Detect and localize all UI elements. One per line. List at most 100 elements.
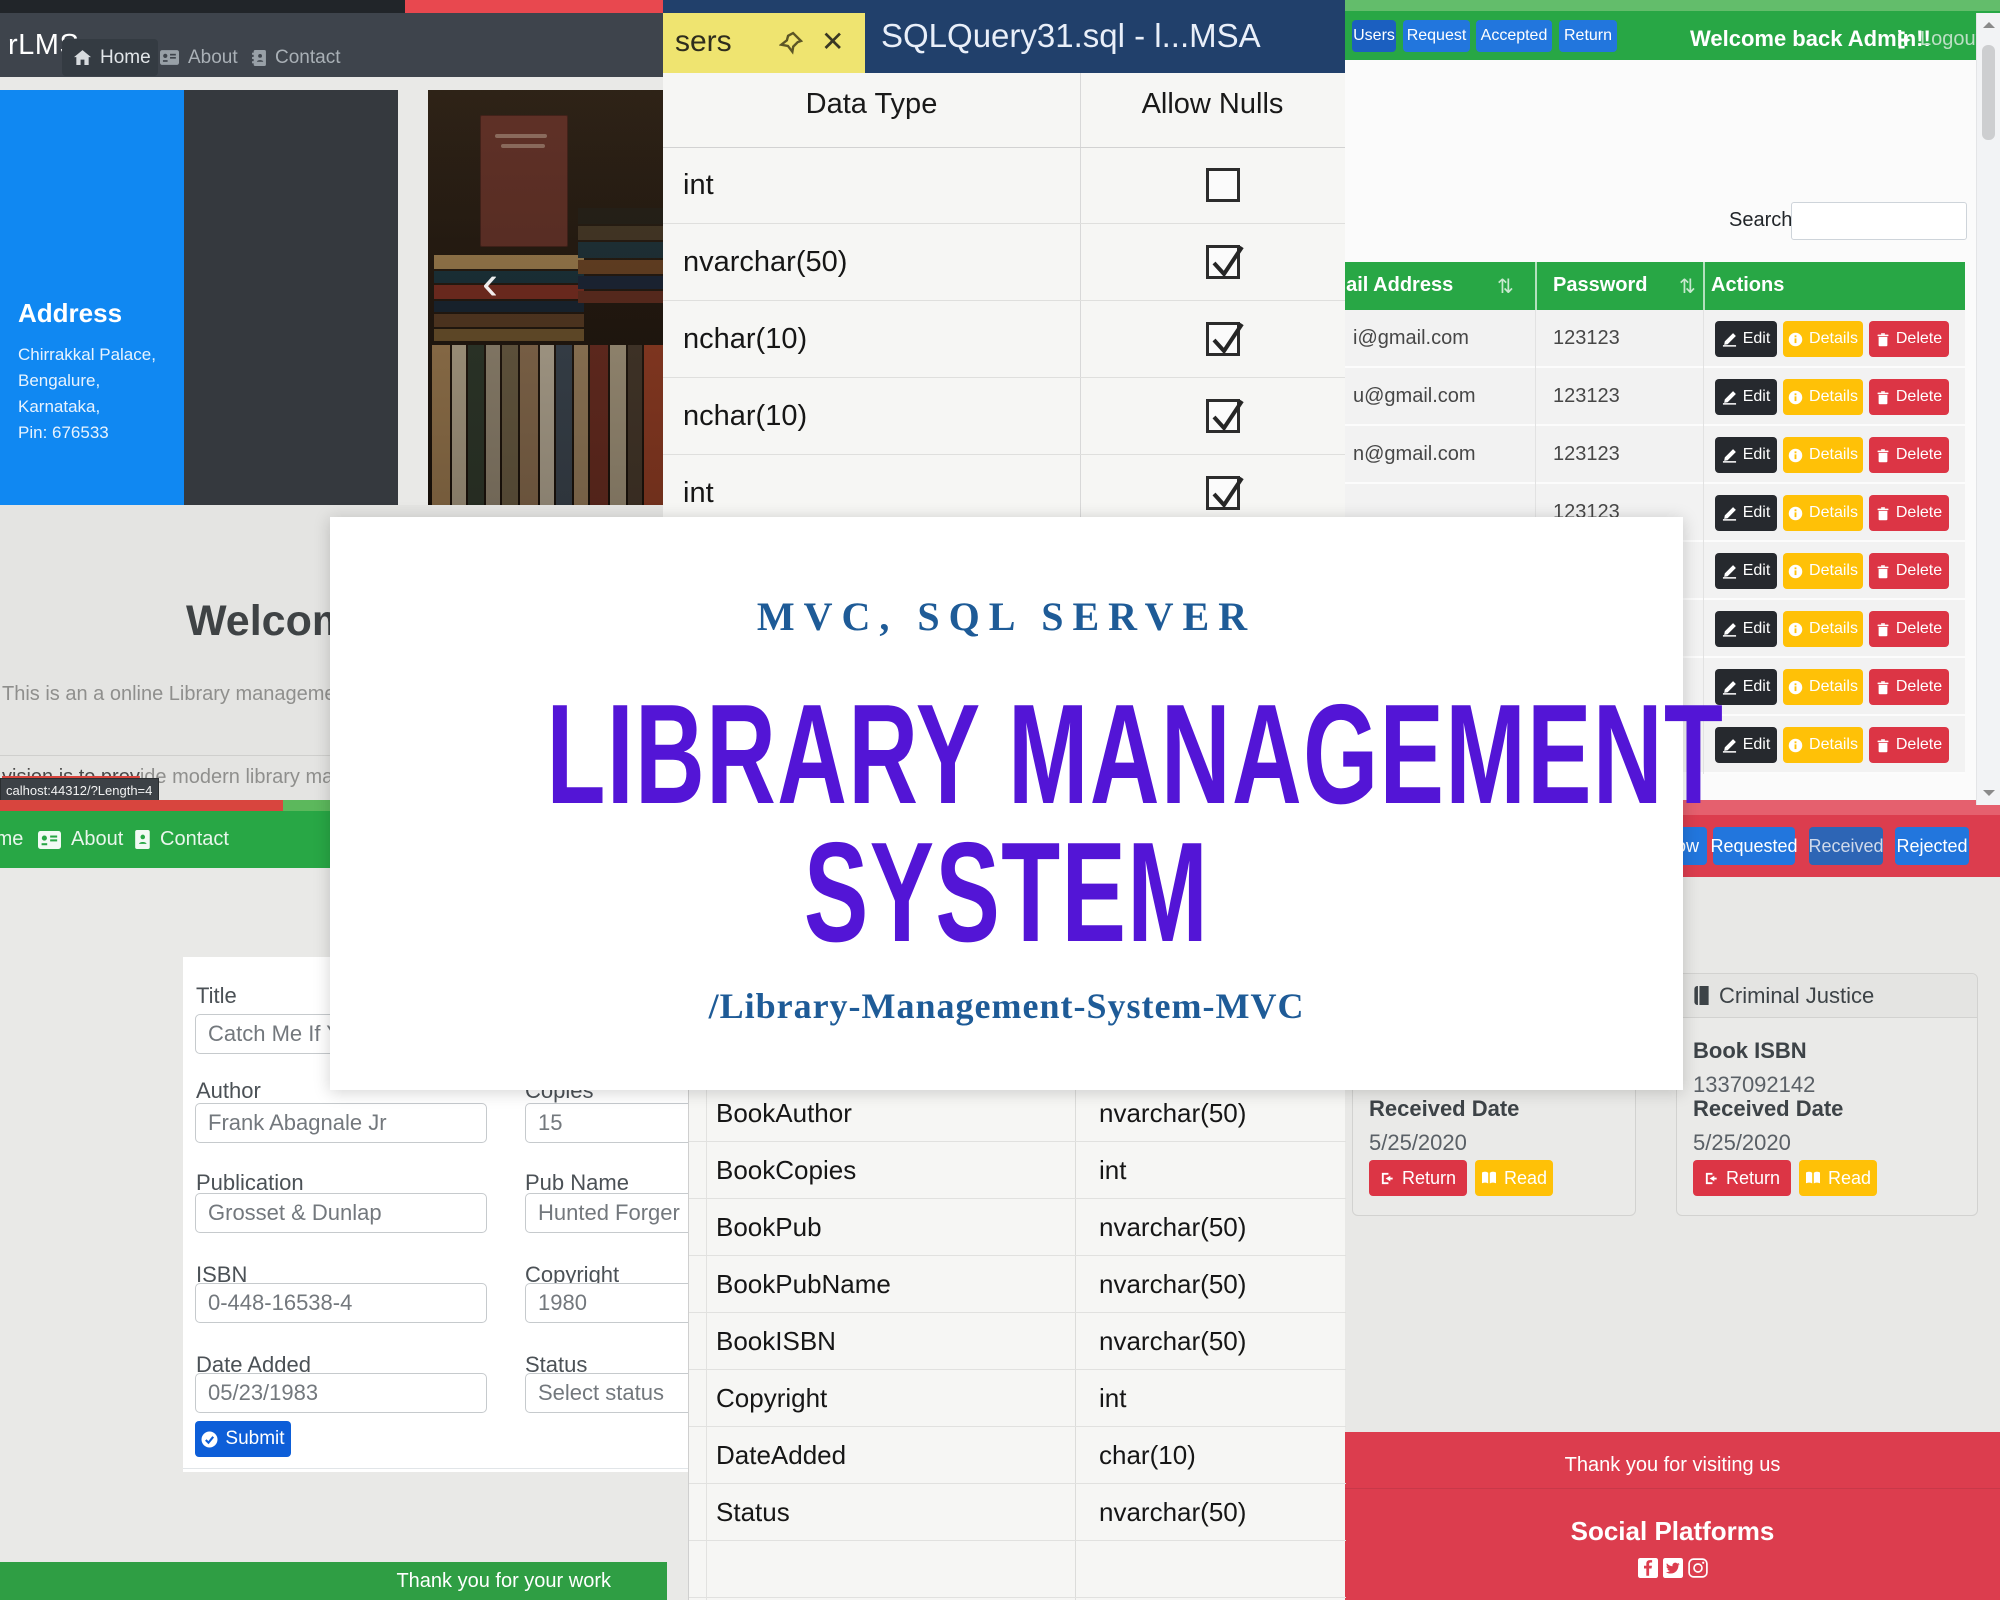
details-button[interactable]: Details xyxy=(1783,379,1863,415)
delete-label: Delete xyxy=(1895,678,1943,695)
book-card-header: Criminal Justice xyxy=(1677,974,1977,1018)
logout-link[interactable]: Logout xyxy=(1920,28,1981,51)
user-email-cell: u@gmail.com xyxy=(1353,385,1476,407)
ssms-active-tab[interactable]: sers ✕ xyxy=(663,13,865,73)
green-nav-home[interactable]: Home xyxy=(0,811,23,868)
twitter-icon[interactable] xyxy=(1662,1558,1683,1578)
requested-button[interactable]: Requested xyxy=(1710,827,1798,865)
address-line: Karnataka, xyxy=(18,397,101,416)
edit-button[interactable]: Edit xyxy=(1715,553,1777,589)
green-nav-contact[interactable]: Contact xyxy=(133,811,229,868)
column-name-cell: BookCopies xyxy=(716,1155,857,1185)
search-input[interactable] xyxy=(1791,202,1967,240)
isbn-input[interactable] xyxy=(195,1283,487,1323)
delete-label: Delete xyxy=(1895,736,1943,753)
allow-nulls-checkbox[interactable] xyxy=(1206,168,1240,202)
carousel-prev-arrow[interactable]: ‹ xyxy=(482,260,498,308)
delete-button[interactable]: Delete xyxy=(1869,379,1949,415)
hero-repo-path: /Library-Management-System-MVC xyxy=(708,986,1305,1026)
author-label: Author xyxy=(196,1078,261,1103)
allow-nulls-checkbox[interactable] xyxy=(1206,322,1244,356)
admin-nav-request-button[interactable]: Request xyxy=(1403,20,1470,52)
delete-label: Delete xyxy=(1895,388,1943,405)
read-button[interactable]: Read xyxy=(1475,1160,1553,1196)
delete-button[interactable]: Delete xyxy=(1869,495,1949,531)
edit-button[interactable]: Edit xyxy=(1715,727,1777,763)
nav-contact-label: Contact xyxy=(275,46,341,68)
pin-icon[interactable] xyxy=(779,31,803,55)
allow-nulls-checkbox[interactable] xyxy=(1206,399,1244,433)
sort-icon[interactable]: ⇅ xyxy=(1497,274,1514,299)
footer-divider xyxy=(1345,1488,2000,1489)
sql-column-row: nchar(10) xyxy=(663,378,1345,455)
sql-column-row: BookAuthor nvarchar(50) xyxy=(689,1085,1346,1142)
close-icon[interactable]: ✕ xyxy=(821,25,844,58)
green-footer-text: Thank you for your work xyxy=(396,1569,611,1592)
date-added-input[interactable] xyxy=(195,1373,487,1413)
allow-nulls-checkbox[interactable] xyxy=(1206,476,1244,510)
screenshot-root: rLMS Home About Contact Address Chirrakk… xyxy=(0,0,2000,1600)
admin-nav-accepted-button[interactable]: Accepted xyxy=(1476,20,1552,52)
hero-kicker: MVC, SQL SERVER xyxy=(756,594,1257,639)
tab-label: sers xyxy=(675,25,732,58)
details-button[interactable]: Details xyxy=(1783,611,1863,647)
received-button[interactable]: Received xyxy=(1808,827,1884,865)
details-button[interactable]: Details xyxy=(1783,553,1863,589)
delete-button[interactable]: Delete xyxy=(1869,553,1949,589)
sql-column-row: BookISBN nvarchar(50) xyxy=(689,1313,1346,1370)
details-label: Details xyxy=(1809,388,1858,405)
edit-button[interactable]: Edit xyxy=(1715,669,1777,705)
return-button[interactable]: Return xyxy=(1693,1160,1791,1196)
return-button[interactable]: Return xyxy=(1369,1160,1467,1196)
password-column-header[interactable]: Password xyxy=(1553,274,1647,297)
scrollbar-down-arrow[interactable] xyxy=(1983,790,1995,796)
return-icon xyxy=(1704,1171,1719,1186)
delete-button[interactable]: Delete xyxy=(1869,669,1949,705)
nav-item-about[interactable]: About xyxy=(160,39,238,76)
submit-button[interactable]: Submit xyxy=(195,1421,291,1457)
sql-column-row: int xyxy=(663,147,1345,224)
edit-button[interactable]: Edit xyxy=(1715,495,1777,531)
rejected-button[interactable]: Rejected xyxy=(1895,827,1969,865)
edit-button[interactable]: Edit xyxy=(1715,437,1777,473)
facebook-icon[interactable] xyxy=(1637,1558,1658,1578)
nav-about-label: About xyxy=(188,46,238,68)
details-label: Details xyxy=(1809,678,1858,695)
scrollbar-thumb[interactable] xyxy=(1982,45,1995,140)
edit-button[interactable]: Edit xyxy=(1715,321,1777,357)
column-name-cell: BookPub xyxy=(716,1212,822,1242)
received-date-value: 5/25/2020 xyxy=(1693,1130,1791,1155)
scrollbar-up-arrow[interactable] xyxy=(1983,22,1995,28)
details-button[interactable]: Details xyxy=(1783,495,1863,531)
delete-button[interactable]: Delete xyxy=(1869,437,1949,473)
edit-button[interactable]: Edit xyxy=(1715,379,1777,415)
email-column-header[interactable]: Email Address xyxy=(1345,274,1453,297)
details-button[interactable]: Details xyxy=(1783,727,1863,763)
nav-item-home[interactable]: Home xyxy=(62,39,158,76)
admin-nav-users-button[interactable]: Users xyxy=(1352,20,1396,52)
data-type-cell: int xyxy=(683,169,714,201)
admin-nav-return-button[interactable]: Return xyxy=(1559,20,1617,52)
sql-column-row: Status nvarchar(50) xyxy=(689,1484,1346,1541)
user-password-cell: 123123 xyxy=(1553,385,1620,407)
green-nav-about[interactable]: About xyxy=(38,811,123,868)
details-button[interactable]: Details xyxy=(1783,321,1863,357)
open-book-icon xyxy=(1481,1171,1497,1185)
sort-icon[interactable]: ⇅ xyxy=(1679,274,1696,299)
author-input[interactable] xyxy=(195,1103,487,1143)
edit-button[interactable]: Edit xyxy=(1715,611,1777,647)
data-type-cell: nchar(10) xyxy=(683,323,808,355)
red-footer: Thank you for visiting us Social Platfor… xyxy=(1345,1432,2000,1600)
delete-button[interactable]: Delete xyxy=(1869,727,1949,763)
instagram-icon[interactable] xyxy=(1687,1558,1708,1578)
ssms-window-title: SQLQuery31.sql - l...MSA xyxy=(881,17,1261,54)
details-button[interactable]: Details xyxy=(1783,437,1863,473)
publication-input[interactable] xyxy=(195,1193,487,1233)
delete-button[interactable]: Delete xyxy=(1869,611,1949,647)
read-button[interactable]: Read xyxy=(1799,1160,1877,1196)
allow-nulls-checkbox[interactable] xyxy=(1206,245,1244,279)
scrollbar[interactable] xyxy=(1976,13,2000,805)
nav-item-contact[interactable]: Contact xyxy=(252,39,340,76)
details-button[interactable]: Details xyxy=(1783,669,1863,705)
delete-button[interactable]: Delete xyxy=(1869,321,1949,357)
